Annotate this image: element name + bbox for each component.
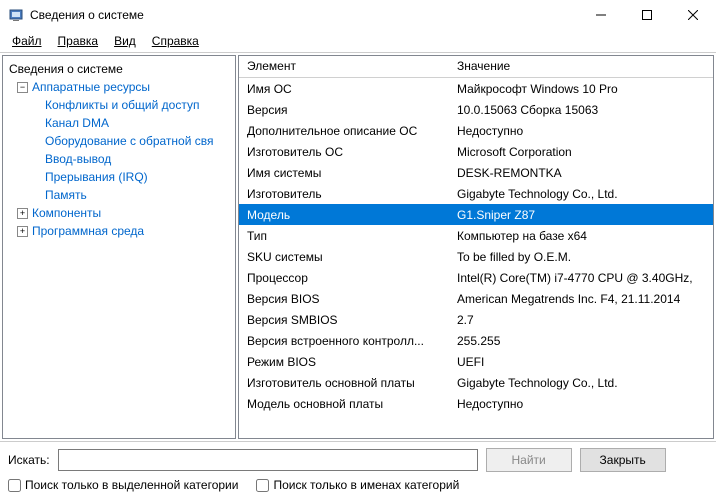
tree-hw-item[interactable]: Конфликты и общий доступ xyxy=(5,96,233,114)
title-bar: Сведения о системе xyxy=(0,0,716,30)
close-button[interactable] xyxy=(670,0,716,30)
details-pane[interactable]: Элемент Значение Имя ОСМайкрософт Window… xyxy=(238,55,714,439)
cell-value: G1.Sniper Z87 xyxy=(449,206,713,224)
cell-key: Дополнительное описание ОС xyxy=(239,122,449,140)
cell-value: Intel(R) Core(TM) i7-4770 CPU @ 3.40GHz, xyxy=(449,269,713,287)
cell-key: Изготовитель ОС xyxy=(239,143,449,161)
close-search-button[interactable]: Закрыть xyxy=(580,448,666,472)
cell-value: American Megatrends Inc. F4, 21.11.2014 xyxy=(449,290,713,308)
collapse-icon[interactable]: − xyxy=(17,82,28,93)
menu-help[interactable]: Справка xyxy=(146,32,205,50)
tree-components[interactable]: +Компоненты xyxy=(5,204,233,222)
minimize-button[interactable] xyxy=(578,0,624,30)
tree-pane[interactable]: Сведения о системе −Аппаратные ресурсы К… xyxy=(2,55,236,439)
table-header[interactable]: Элемент Значение xyxy=(239,56,713,78)
table-row[interactable]: Режим BIOSUEFI xyxy=(239,351,713,372)
cell-value: DESK-REMONTKA xyxy=(449,164,713,182)
header-value[interactable]: Значение xyxy=(449,56,713,77)
window-title: Сведения о системе xyxy=(30,8,578,22)
cell-key: Тип xyxy=(239,227,449,245)
tree-softenv[interactable]: +Программная среда xyxy=(5,222,233,240)
search-panel: Искать: Найти Закрыть Поиск только в выд… xyxy=(0,442,716,500)
table-row[interactable]: Версия SMBIOS2.7 xyxy=(239,309,713,330)
maximize-button[interactable] xyxy=(624,0,670,30)
cell-value: To be filled by O.E.M. xyxy=(449,248,713,266)
cell-key: Версия BIOS xyxy=(239,290,449,308)
menu-edit[interactable]: Правка xyxy=(52,32,105,50)
cell-value: Microsoft Corporation xyxy=(449,143,713,161)
cell-key: Модель xyxy=(239,206,449,224)
cell-key: Модель основной платы xyxy=(239,395,449,413)
table-row[interactable]: ТипКомпьютер на базе x64 xyxy=(239,225,713,246)
cell-key: Версия SMBIOS xyxy=(239,311,449,329)
header-element[interactable]: Элемент xyxy=(239,56,449,77)
table-row[interactable]: Версия BIOSAmerican Megatrends Inc. F4, … xyxy=(239,288,713,309)
table-row[interactable]: ПроцессорIntel(R) Core(TM) i7-4770 CPU @… xyxy=(239,267,713,288)
content-area: Сведения о системе −Аппаратные ресурсы К… xyxy=(0,52,716,442)
app-icon xyxy=(8,7,24,23)
checkbox-category-names-input[interactable] xyxy=(256,479,269,492)
cell-value: 10.0.15063 Сборка 15063 xyxy=(449,101,713,119)
cell-key: Режим BIOS xyxy=(239,353,449,371)
table-row[interactable]: SKU системыTo be filled by O.E.M. xyxy=(239,246,713,267)
cell-value: Майкрософт Windows 10 Pro xyxy=(449,80,713,98)
cell-key: Имя ОС xyxy=(239,80,449,98)
table-row[interactable]: МодельG1.Sniper Z87 xyxy=(239,204,713,225)
table-row[interactable]: Дополнительное описание ОСНедоступно xyxy=(239,120,713,141)
cell-key: SKU системы xyxy=(239,248,449,266)
menu-bar: Файл Правка Вид Справка xyxy=(0,30,716,52)
checkbox-selected-category[interactable]: Поиск только в выделенной категории xyxy=(8,478,238,492)
cell-key: Процессор xyxy=(239,269,449,287)
cell-key: Версия xyxy=(239,101,449,119)
tree-hw-item[interactable]: Канал DMA xyxy=(5,114,233,132)
cell-key: Изготовитель xyxy=(239,185,449,203)
cell-value: Gigabyte Technology Co., Ltd. xyxy=(449,374,713,392)
table-row[interactable]: ИзготовительGigabyte Technology Co., Ltd… xyxy=(239,183,713,204)
menu-file[interactable]: Файл xyxy=(6,32,48,50)
table-row[interactable]: Изготовитель основной платыGigabyte Tech… xyxy=(239,372,713,393)
menu-view[interactable]: Вид xyxy=(108,32,142,50)
cell-key: Версия встроенного контролл... xyxy=(239,332,449,350)
cell-value: Компьютер на базе x64 xyxy=(449,227,713,245)
table-row[interactable]: Версия10.0.15063 Сборка 15063 xyxy=(239,99,713,120)
search-input[interactable] xyxy=(58,449,478,471)
tree-root[interactable]: Сведения о системе xyxy=(5,60,233,78)
checkbox-category-names[interactable]: Поиск только в именах категорий xyxy=(256,478,459,492)
find-button[interactable]: Найти xyxy=(486,448,572,472)
checkbox-selected-category-input[interactable] xyxy=(8,479,21,492)
tree-hw-item[interactable]: Память xyxy=(5,186,233,204)
expand-icon[interactable]: + xyxy=(17,226,28,237)
cell-value: Gigabyte Technology Co., Ltd. xyxy=(449,185,713,203)
table-row[interactable]: Модель основной платыНедоступно xyxy=(239,393,713,414)
cell-value: Недоступно xyxy=(449,122,713,140)
search-label: Искать: xyxy=(8,453,50,467)
table-row[interactable]: Версия встроенного контролл...255.255 xyxy=(239,330,713,351)
tree-hardware[interactable]: −Аппаратные ресурсы xyxy=(5,78,233,96)
tree-hw-item[interactable]: Ввод-вывод xyxy=(5,150,233,168)
cell-value: 2.7 xyxy=(449,311,713,329)
cell-value: 255.255 xyxy=(449,332,713,350)
table-row[interactable]: Изготовитель ОСMicrosoft Corporation xyxy=(239,141,713,162)
cell-key: Изготовитель основной платы xyxy=(239,374,449,392)
expand-icon[interactable]: + xyxy=(17,208,28,219)
cell-key: Имя системы xyxy=(239,164,449,182)
tree-hw-item[interactable]: Оборудование с обратной свя xyxy=(5,132,233,150)
cell-value: Недоступно xyxy=(449,395,713,413)
table-row[interactable]: Имя системыDESK-REMONTKA xyxy=(239,162,713,183)
cell-value: UEFI xyxy=(449,353,713,371)
table-row[interactable]: Имя ОСМайкрософт Windows 10 Pro xyxy=(239,78,713,99)
tree-hw-item[interactable]: Прерывания (IRQ) xyxy=(5,168,233,186)
